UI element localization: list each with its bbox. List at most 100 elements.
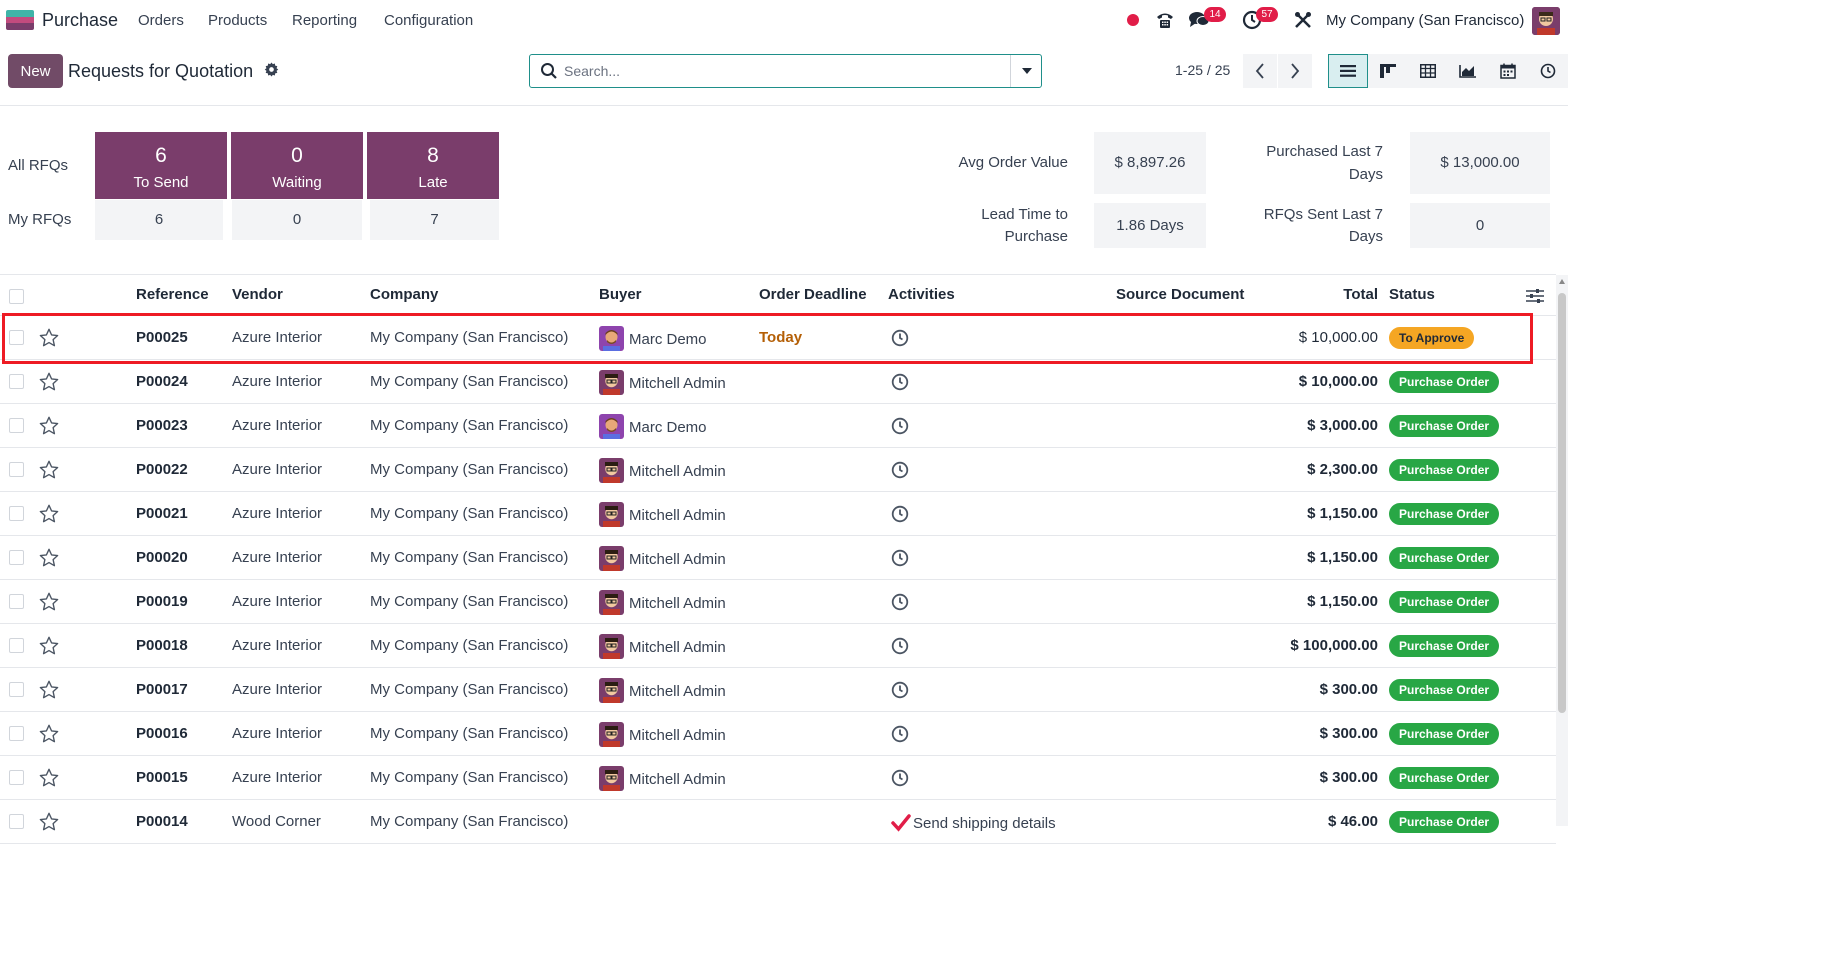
column-source-document[interactable]: Source Document	[1116, 286, 1244, 303]
kanban-view-button[interactable]	[1368, 54, 1408, 88]
star-icon[interactable]	[38, 459, 60, 481]
activity-clock-icon[interactable]	[891, 505, 909, 523]
activity-clock-icon[interactable]	[891, 549, 909, 567]
select-all-checkbox[interactable]	[9, 289, 24, 304]
gear-icon[interactable]	[264, 62, 279, 81]
activity-summary[interactable]: Send shipping details	[913, 815, 1056, 832]
pivot-view-button[interactable]	[1408, 54, 1448, 88]
phone-icon[interactable]	[1154, 9, 1176, 31]
pager-previous-button[interactable]	[1243, 54, 1277, 88]
star-icon[interactable]	[38, 723, 60, 745]
star-icon[interactable]	[38, 547, 60, 569]
column-activities[interactable]: Activities	[888, 286, 955, 303]
row-checkbox[interactable]	[9, 506, 24, 521]
optional-columns-icon[interactable]	[1526, 288, 1544, 304]
activity-clock-icon[interactable]	[891, 725, 909, 743]
table-row[interactable]: P00021 Azure Interior My Company (San Fran…	[0, 492, 1556, 536]
table-row[interactable]: P00024 Azure Interior My Company (San Fran…	[0, 360, 1556, 404]
scrollbar-thumb[interactable]	[1558, 293, 1566, 713]
search-options-toggle[interactable]	[1010, 55, 1042, 87]
star-icon[interactable]	[38, 767, 60, 789]
vertical-scrollbar[interactable]	[1556, 275, 1568, 826]
list-icon	[1340, 65, 1356, 77]
activity-view-button[interactable]	[1528, 54, 1568, 88]
activity-clock-icon[interactable]	[891, 593, 909, 611]
cell-company: My Company (San Francisco)	[370, 505, 569, 522]
app-name[interactable]: Purchase	[42, 10, 118, 31]
row-checkbox[interactable]	[9, 462, 24, 477]
table-row[interactable]: P00018 Azure Interior My Company (San Fran…	[0, 624, 1556, 668]
cell-reference: P00017	[136, 681, 188, 698]
calendar-view-button[interactable]	[1488, 54, 1528, 88]
table-row[interactable]: P00019 Azure Interior My Company (San Fran…	[0, 580, 1556, 624]
row-checkbox[interactable]	[9, 638, 24, 653]
menu-products[interactable]: Products	[208, 12, 267, 29]
table-row[interactable]: P00016 Azure Interior My Company (San Fran…	[0, 712, 1556, 756]
column-buyer[interactable]: Buyer	[599, 286, 642, 303]
new-button[interactable]: New	[8, 54, 63, 88]
recording-indicator-icon[interactable]	[1127, 14, 1139, 26]
buyer-avatar	[599, 414, 624, 439]
search-input[interactable]	[564, 61, 1004, 81]
row-checkbox[interactable]	[9, 594, 24, 609]
list-view-button[interactable]	[1328, 54, 1368, 88]
column-total[interactable]: Total	[1300, 286, 1378, 303]
star-icon[interactable]	[38, 591, 60, 613]
my-to-send-count[interactable]: 6	[95, 200, 223, 240]
status-badge: Purchase Order	[1389, 767, 1500, 789]
star-icon[interactable]	[38, 371, 60, 393]
column-order-deadline[interactable]: Order Deadline	[759, 286, 867, 303]
scroll-up-arrow-icon[interactable]	[1559, 279, 1565, 284]
row-checkbox[interactable]	[9, 814, 24, 829]
table-row[interactable]: P00020 Azure Interior My Company (San Fran…	[0, 536, 1556, 580]
tile-late[interactable]: 8 Late	[367, 132, 499, 199]
activity-clock-icon[interactable]	[891, 637, 909, 655]
star-icon[interactable]	[38, 635, 60, 657]
pager-next-button[interactable]	[1278, 54, 1312, 88]
column-vendor[interactable]: Vendor	[232, 286, 283, 303]
column-company[interactable]: Company	[370, 286, 438, 303]
graph-view-button[interactable]	[1448, 54, 1488, 88]
tile-to-send[interactable]: 6 To Send	[95, 132, 227, 199]
row-checkbox[interactable]	[9, 374, 24, 389]
menu-configuration[interactable]: Configuration	[384, 12, 473, 29]
column-status[interactable]: Status	[1389, 286, 1435, 303]
table-row[interactable]: P00015 Azure Interior My Company (San Fran…	[0, 756, 1556, 800]
table-row[interactable]: P00023 Azure Interior My Company (San Fran…	[0, 404, 1556, 448]
star-icon[interactable]	[38, 811, 60, 833]
activity-clock-icon[interactable]	[891, 681, 909, 699]
cell-reference: P00020	[136, 549, 188, 566]
user-avatar[interactable]	[1532, 7, 1560, 35]
star-icon[interactable]	[38, 679, 60, 701]
tile-waiting[interactable]: 0 Waiting	[231, 132, 363, 199]
activity-clock-icon[interactable]	[891, 461, 909, 479]
star-icon[interactable]	[38, 415, 60, 437]
cell-vendor: Azure Interior	[232, 681, 323, 698]
activity-clock-icon[interactable]	[891, 769, 909, 787]
table-grid-icon	[1420, 64, 1436, 78]
purchase-app-icon[interactable]	[6, 10, 34, 30]
menu-orders[interactable]: Orders	[138, 12, 184, 29]
row-checkbox[interactable]	[9, 418, 24, 433]
company-switcher[interactable]: My Company (San Francisco)	[1326, 12, 1524, 29]
row-checkbox[interactable]	[9, 770, 24, 785]
row-checkbox[interactable]	[9, 682, 24, 697]
star-icon[interactable]	[38, 503, 60, 525]
activity-clock-icon[interactable]	[891, 417, 909, 435]
activity-clock-icon[interactable]	[891, 373, 909, 391]
row-checkbox[interactable]	[9, 550, 24, 565]
tools-icon[interactable]	[1292, 9, 1314, 31]
avg-order-value-label: Avg Order Value	[958, 154, 1068, 171]
row-checkbox[interactable]	[9, 726, 24, 741]
cell-vendor: Azure Interior	[232, 637, 323, 654]
my-waiting-count[interactable]: 0	[232, 200, 362, 240]
column-reference[interactable]: Reference	[136, 286, 209, 303]
table-row[interactable]: P00017 Azure Interior My Company (San Fran…	[0, 668, 1556, 712]
cell-buyer: Mitchell Admin	[629, 639, 726, 656]
pager-value[interactable]: 1-25 / 25	[1175, 62, 1230, 78]
top-navbar: Purchase Orders Products Reporting Confi…	[0, 0, 1568, 42]
my-late-count[interactable]: 7	[370, 200, 499, 240]
table-row[interactable]: P00022 Azure Interior My Company (San Fran…	[0, 448, 1556, 492]
menu-reporting[interactable]: Reporting	[292, 12, 357, 29]
table-row[interactable]: P00014 Wood Corner My Company (San Francis…	[0, 800, 1556, 844]
